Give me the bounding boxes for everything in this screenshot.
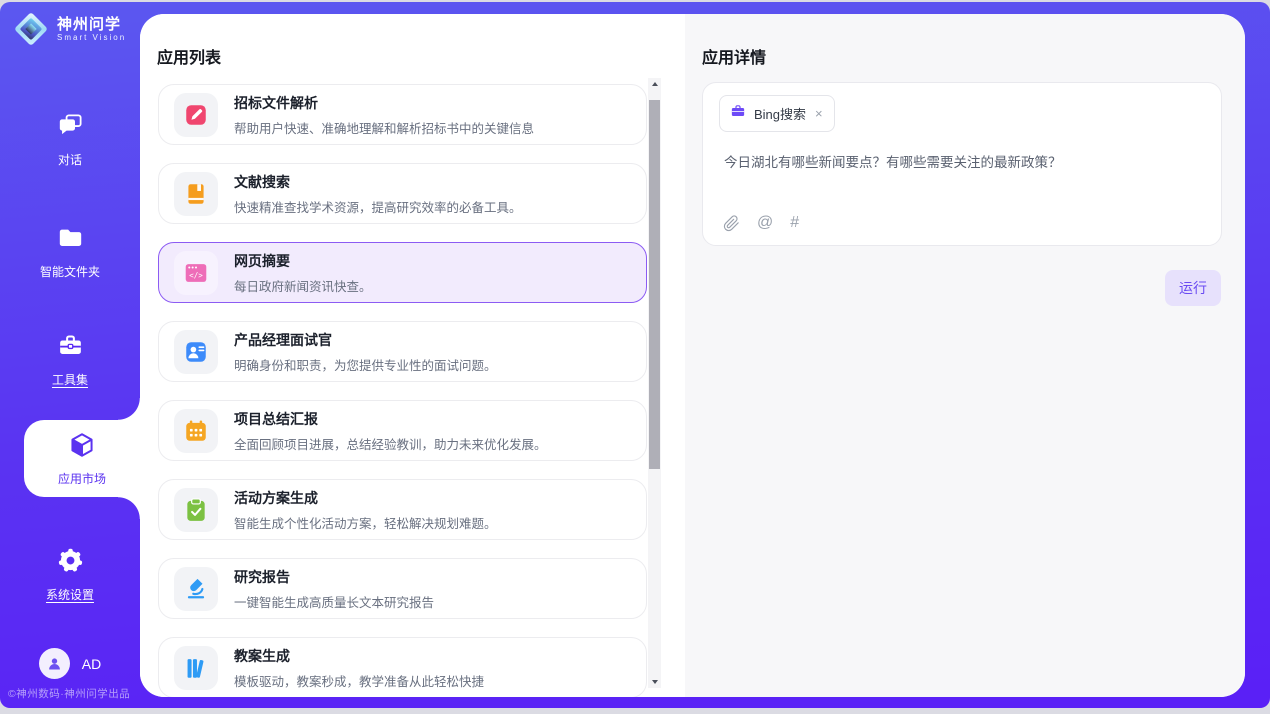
composer-toolbar: @ #: [723, 214, 799, 232]
chat-icon: [57, 112, 84, 144]
app-card[interactable]: </> 网页摘要每日政府新闻资讯快查。: [158, 242, 647, 303]
sidebar-item-toolset[interactable]: 工具集: [0, 332, 140, 388]
app-card-texts: 活动方案生成智能生成个性化活动方案，轻松解决规划难题。: [234, 488, 497, 532]
app-card[interactable]: 文献搜索快速精准查找学术资源，提高研究效率的必备工具。: [158, 163, 647, 224]
app-card[interactable]: 项目总结汇报全面回顾项目进展，总结经验教训，助力未来优化发展。: [158, 400, 647, 461]
app-card-texts: 网页摘要每日政府新闻资讯快查。: [234, 251, 372, 295]
books-icon: [174, 646, 218, 690]
app-card-texts: 项目总结汇报全面回顾项目进展，总结经验教训，助力未来优化发展。: [234, 409, 547, 453]
main-content: 应用列表 招标文件解析帮助用户快速、准确地理解和解析招标书中的关键信息文献搜索快…: [140, 14, 1245, 697]
app-card-description: 帮助用户快速、准确地理解和解析招标书中的关键信息: [234, 118, 534, 137]
app-card[interactable]: 教案生成模板驱动，教案秒成，教学准备从此轻松快捷: [158, 637, 647, 697]
app-card-title: 文献搜索: [234, 172, 522, 192]
app-list-title: 应用列表: [157, 44, 221, 68]
run-row: 运行: [685, 270, 1221, 306]
app-card-title: 招标文件解析: [234, 93, 534, 113]
logo-diamond-icon: [14, 12, 48, 46]
app-card-description: 每日政府新闻资讯快查。: [234, 276, 372, 295]
gear-icon: [57, 547, 84, 579]
app-card-texts: 研究报告一键智能生成高质量长文本研究报告: [234, 567, 434, 611]
app-card-texts: 教案生成模板驱动，教案秒成，教学准备从此轻松快捷: [234, 646, 484, 690]
sidebar-item-label: 智能文件夹: [40, 263, 100, 280]
topic-icon[interactable]: #: [790, 214, 799, 232]
book-icon: [174, 172, 218, 216]
app-list-panel: 应用列表 招标文件解析帮助用户快速、准确地理解和解析招标书中的关键信息文献搜索快…: [140, 14, 685, 697]
app-card-description: 智能生成个性化活动方案，轻松解决规划难题。: [234, 513, 497, 532]
mention-icon[interactable]: @: [757, 214, 773, 232]
triangle-down-icon: [652, 680, 658, 684]
app-logo: 神州问学 Smart Vision: [14, 12, 126, 46]
sidebar-item-label: 工具集: [52, 371, 88, 388]
app-detail-panel: 应用详情 Bing搜索 × 今日湖北有哪些新闻要点？有哪些需要关注的最新政策？: [685, 14, 1245, 697]
clipboard-check-icon: [174, 488, 218, 532]
sidebar-item-label: 应用市场: [58, 470, 106, 487]
app-card-title: 网页摘要: [234, 251, 372, 271]
app-card-description: 快速精准查找学术资源，提高研究效率的必备工具。: [234, 197, 522, 216]
app-card-title: 活动方案生成: [234, 488, 497, 508]
svg-text:</>: </>: [189, 271, 203, 280]
app-card-title: 项目总结汇报: [234, 409, 547, 429]
user-avatar-icon: [39, 648, 70, 679]
browser-code-icon: </>: [174, 251, 218, 295]
app-card-texts: 产品经理面试官明确身份和职责，为您提供专业性的面试问题。: [234, 330, 497, 374]
cube-icon: [68, 431, 96, 464]
logo-subtitle: Smart Vision: [57, 33, 126, 43]
logo-text: 神州问学 Smart Vision: [57, 16, 126, 43]
app-card-title: 研究报告: [234, 567, 434, 587]
user-account[interactable]: AD: [0, 648, 140, 679]
user-name: AD: [82, 656, 101, 672]
app-card-list: 招标文件解析帮助用户快速、准确地理解和解析招标书中的关键信息文献搜索快速精准查找…: [158, 84, 647, 697]
interviewer-icon: [174, 330, 218, 374]
scrollbar-thumb[interactable]: [649, 100, 660, 469]
scroll-down-button[interactable]: [648, 676, 661, 688]
app-frame: 神州问学 Smart Vision 对话 智能文件夹: [0, 2, 1270, 708]
app-card[interactable]: 研究报告一键智能生成高质量长文本研究报告: [158, 558, 647, 619]
toolbox-icon: [57, 332, 84, 364]
app-card-description: 全面回顾项目进展，总结经验教训，助力未来优化发展。: [234, 434, 547, 453]
app-list-scrollbar[interactable]: [648, 78, 661, 688]
calendar-icon: [174, 409, 218, 453]
briefcase-icon: [730, 103, 746, 124]
app-card[interactable]: 活动方案生成智能生成个性化活动方案，轻松解决规划难题。: [158, 479, 647, 540]
sidebar-item-app-market[interactable]: 应用市场: [24, 420, 140, 497]
sidebar-item-settings[interactable]: 系统设置: [0, 547, 140, 603]
tool-tag-label: Bing搜索: [754, 104, 806, 123]
app-card-texts: 文献搜索快速精准查找学术资源，提高研究效率的必备工具。: [234, 172, 522, 216]
app-card-title: 教案生成: [234, 646, 484, 666]
attachment-icon[interactable]: [723, 215, 740, 232]
sidebar-item-label: 对话: [58, 151, 82, 168]
app-card-title: 产品经理面试官: [234, 330, 497, 350]
microscope-icon: [174, 567, 218, 611]
app-card-description: 模板驱动，教案秒成，教学准备从此轻松快捷: [234, 671, 484, 690]
run-button[interactable]: 运行: [1165, 270, 1221, 306]
folder-icon: [57, 224, 84, 256]
tool-tag-bing-search[interactable]: Bing搜索 ×: [719, 95, 835, 132]
query-input[interactable]: 今日湖北有哪些新闻要点？有哪些需要关注的最新政策？: [724, 151, 1201, 171]
sidebar-item-chat[interactable]: 对话: [0, 112, 140, 168]
sidebar-item-label: 系统设置: [46, 586, 94, 603]
logo-title: 神州问学: [57, 16, 126, 33]
app-detail-title: 应用详情: [702, 44, 766, 68]
triangle-up-icon: [652, 82, 658, 86]
prompt-composer[interactable]: Bing搜索 × 今日湖北有哪些新闻要点？有哪些需要关注的最新政策？ @ #: [702, 82, 1222, 246]
app-card-texts: 招标文件解析帮助用户快速、准确地理解和解析招标书中的关键信息: [234, 93, 534, 137]
app-card[interactable]: 招标文件解析帮助用户快速、准确地理解和解析招标书中的关键信息: [158, 84, 647, 145]
edit-square-icon: [174, 93, 218, 137]
sidebar: 神州问学 Smart Vision 对话 智能文件夹: [0, 2, 140, 708]
copyright-text: ©神州数码·神州问学出品: [8, 686, 148, 701]
app-card-description: 明确身份和职责，为您提供专业性的面试问题。: [234, 355, 497, 374]
close-icon[interactable]: ×: [814, 107, 824, 120]
sidebar-item-smart-folder[interactable]: 智能文件夹: [0, 224, 140, 280]
app-card[interactable]: 产品经理面试官明确身份和职责，为您提供专业性的面试问题。: [158, 321, 647, 382]
scroll-up-button[interactable]: [648, 78, 661, 90]
app-card-description: 一键智能生成高质量长文本研究报告: [234, 592, 434, 611]
